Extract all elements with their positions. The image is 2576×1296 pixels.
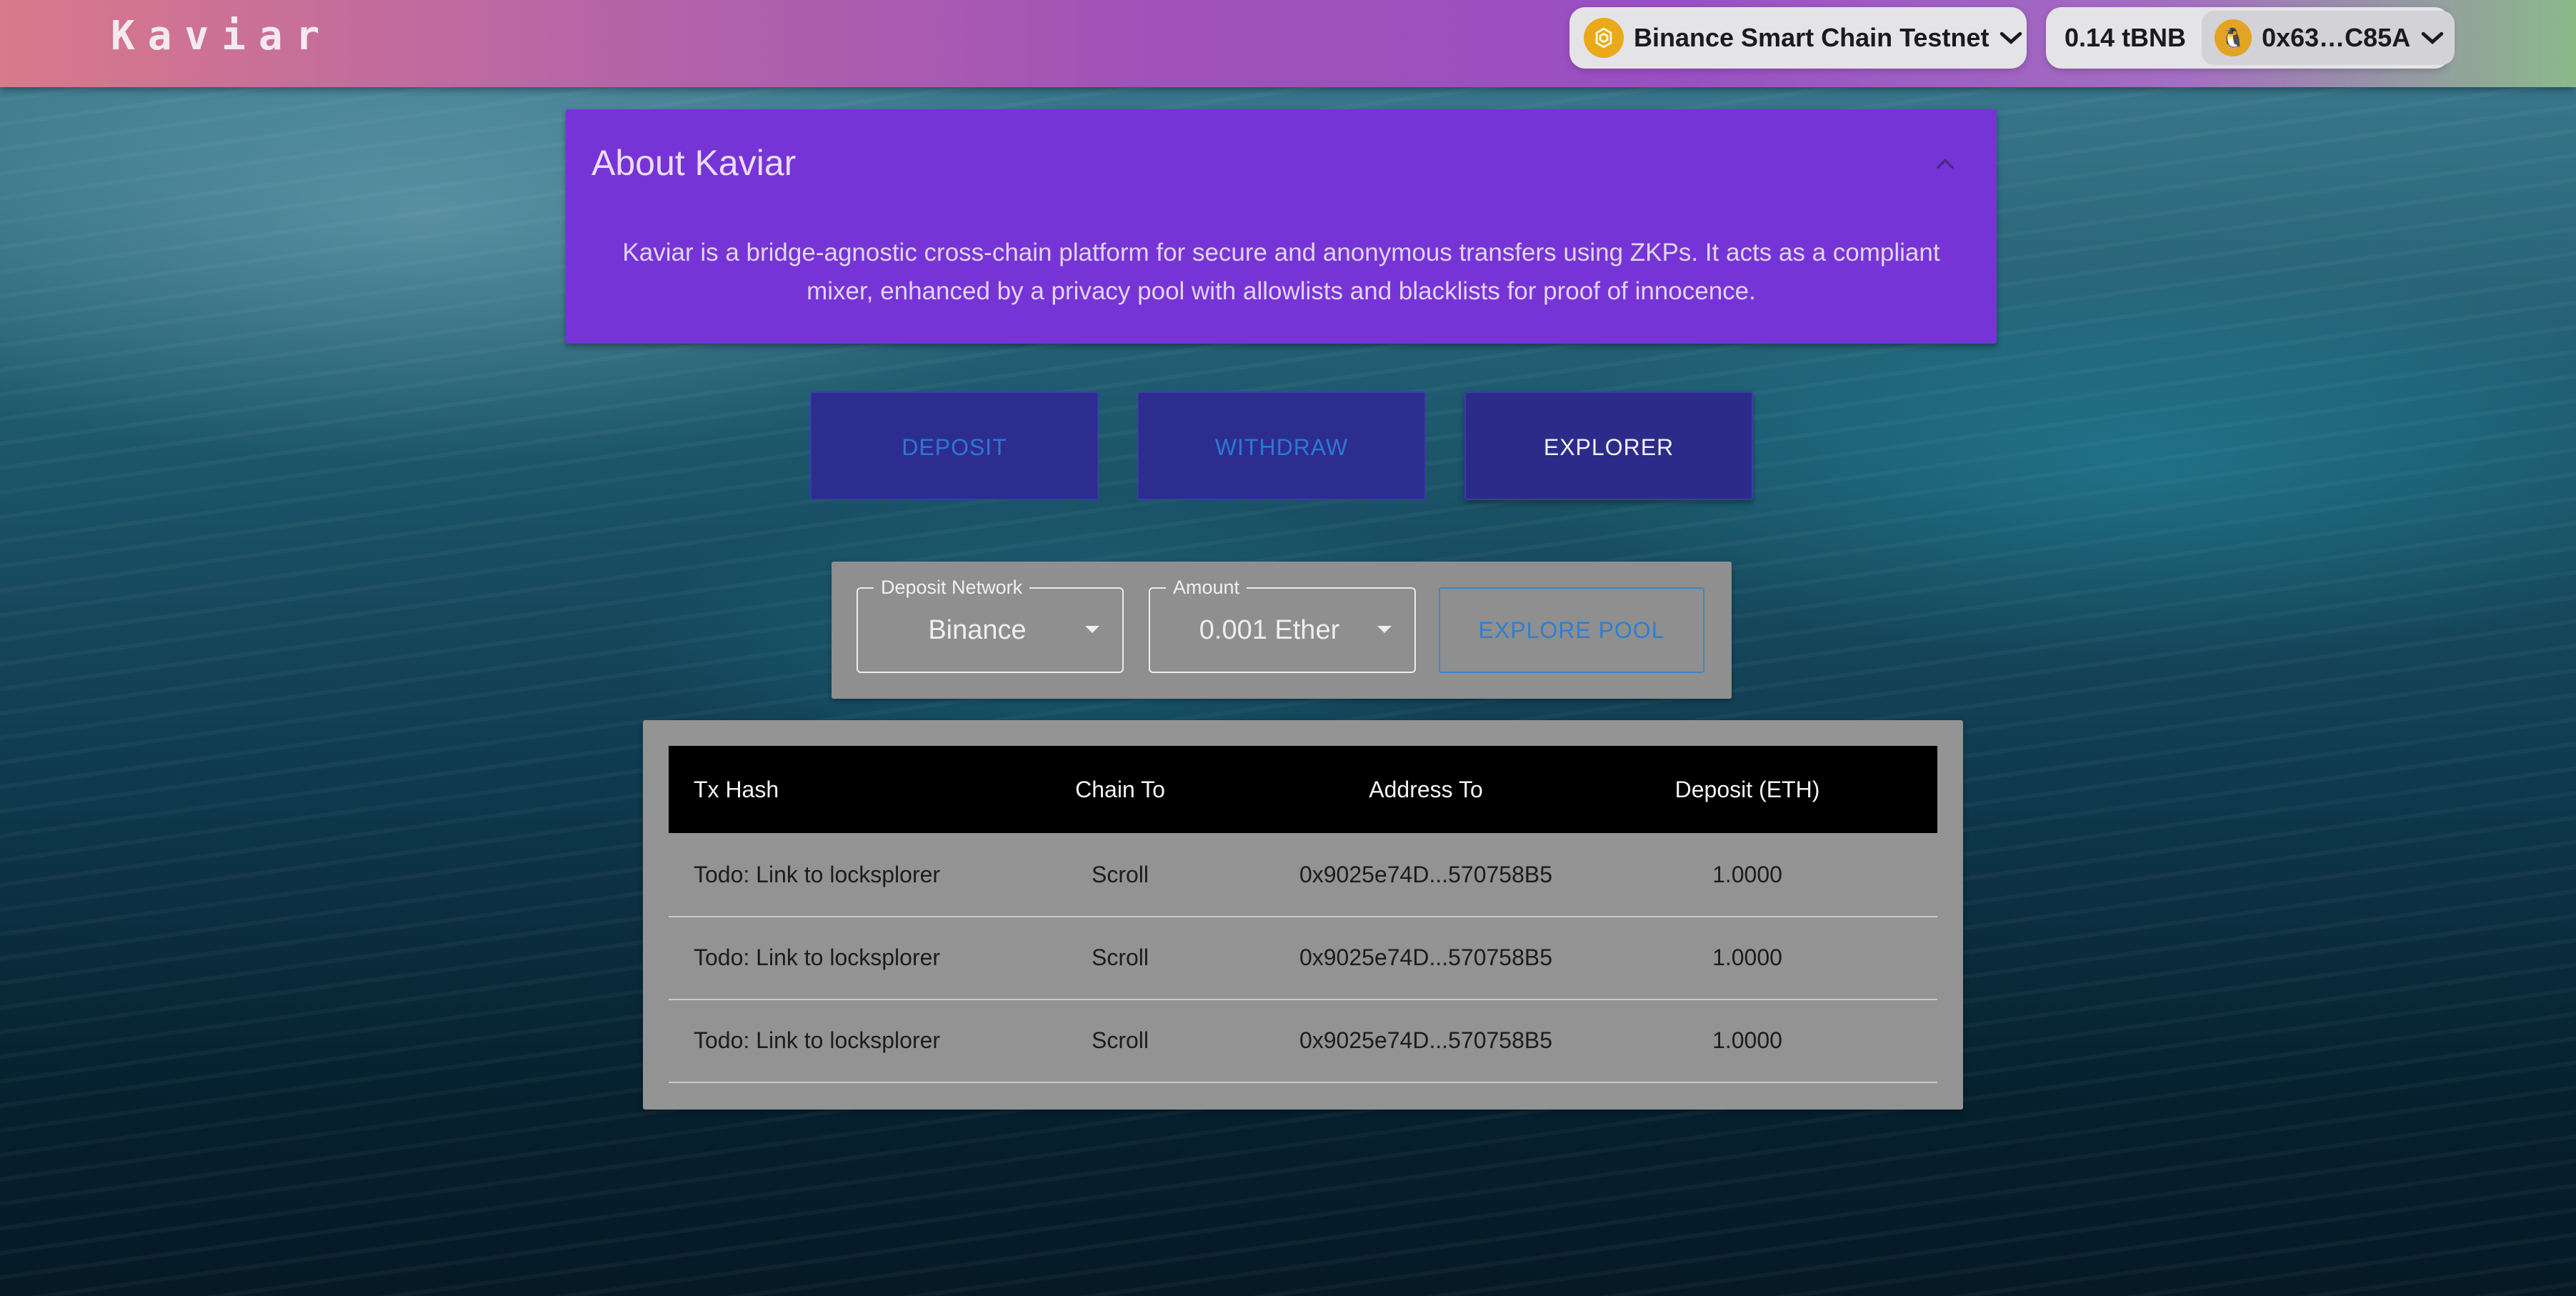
caret-down-icon (1377, 626, 1392, 633)
column-header-tx-hash: Tx Hash (694, 777, 779, 802)
deposit-cell: 1.0000 (1712, 862, 1782, 887)
wallet-balance: 0.14 tBNB (2065, 23, 2187, 52)
about-panel: About Kaviar Kaviar is a bridge-agnostic… (566, 109, 1997, 344)
table-row[interactable]: Todo: Link to locksplorer Scroll 0x9025e… (669, 999, 1937, 1083)
tx-hash-cell[interactable]: Todo: Link to locksplorer (694, 916, 940, 999)
network-name: Binance Smart Chain Testnet (1634, 23, 1990, 52)
chevron-down-icon (2000, 31, 2022, 44)
caret-down-icon (1085, 626, 1099, 633)
deposit-network-value: Binance (928, 615, 1027, 645)
chevron-up-icon[interactable] (1933, 152, 1957, 176)
amount-value: 0.001 Ether (1199, 615, 1340, 645)
about-title[interactable]: About Kaviar (591, 142, 796, 184)
amount-select[interactable]: Amount 0.001 Ether (1149, 576, 1416, 673)
penguin-avatar-icon: 🐧 (2215, 19, 2252, 56)
table-header: Tx Hash Chain To Address To Deposit (ETH… (669, 746, 1937, 833)
table-row[interactable]: Todo: Link to locksplorer Scroll 0x9025e… (669, 833, 1937, 917)
deposit-cell: 1.0000 (1712, 1027, 1782, 1053)
tx-hash-cell[interactable]: Todo: Link to locksplorer (694, 999, 940, 1082)
network-selector[interactable]: Binance Smart Chain Testnet (1569, 7, 2027, 69)
explorer-tab-button[interactable]: EXPLORER (1464, 392, 1753, 500)
deposits-table: Tx Hash Chain To Address To Deposit (ETH… (643, 720, 1963, 1110)
about-description: Kaviar is a bridge-agnostic cross-chain … (622, 239, 1940, 305)
bnb-chain-icon (1584, 18, 1624, 58)
deposit-network-select[interactable]: Deposit Network Binance (857, 576, 1124, 673)
deposit-cell: 1.0000 (1712, 944, 1782, 970)
top-bar: Kaviar Binance Smart Chain Testnet 0.14 … (0, 0, 2576, 87)
withdraw-tab-button[interactable]: WITHDRAW (1137, 392, 1426, 500)
account-address: 0x63…C85A (2262, 23, 2411, 52)
account-address-chip[interactable]: 🐧 0x63…C85A (2202, 11, 2455, 65)
explorer-filter-bar: Deposit Network Binance Amount 0.001 Eth… (832, 562, 1732, 699)
explore-pool-button[interactable]: EXPLORE POOL (1439, 587, 1704, 673)
brand-logo[interactable]: Kaviar (111, 11, 332, 61)
tx-hash-cell[interactable]: Todo: Link to locksplorer (694, 833, 940, 916)
column-header-deposit: Deposit (ETH) (1674, 777, 1820, 802)
table-row[interactable]: Todo: Link to locksplorer Scroll 0x9025e… (669, 916, 1937, 1000)
account-menu[interactable]: 0.14 tBNB 🐧 0x63…C85A (2046, 7, 2455, 69)
chevron-down-icon (2421, 31, 2444, 44)
deposit-tab-button[interactable]: DEPOSIT (810, 392, 1099, 500)
